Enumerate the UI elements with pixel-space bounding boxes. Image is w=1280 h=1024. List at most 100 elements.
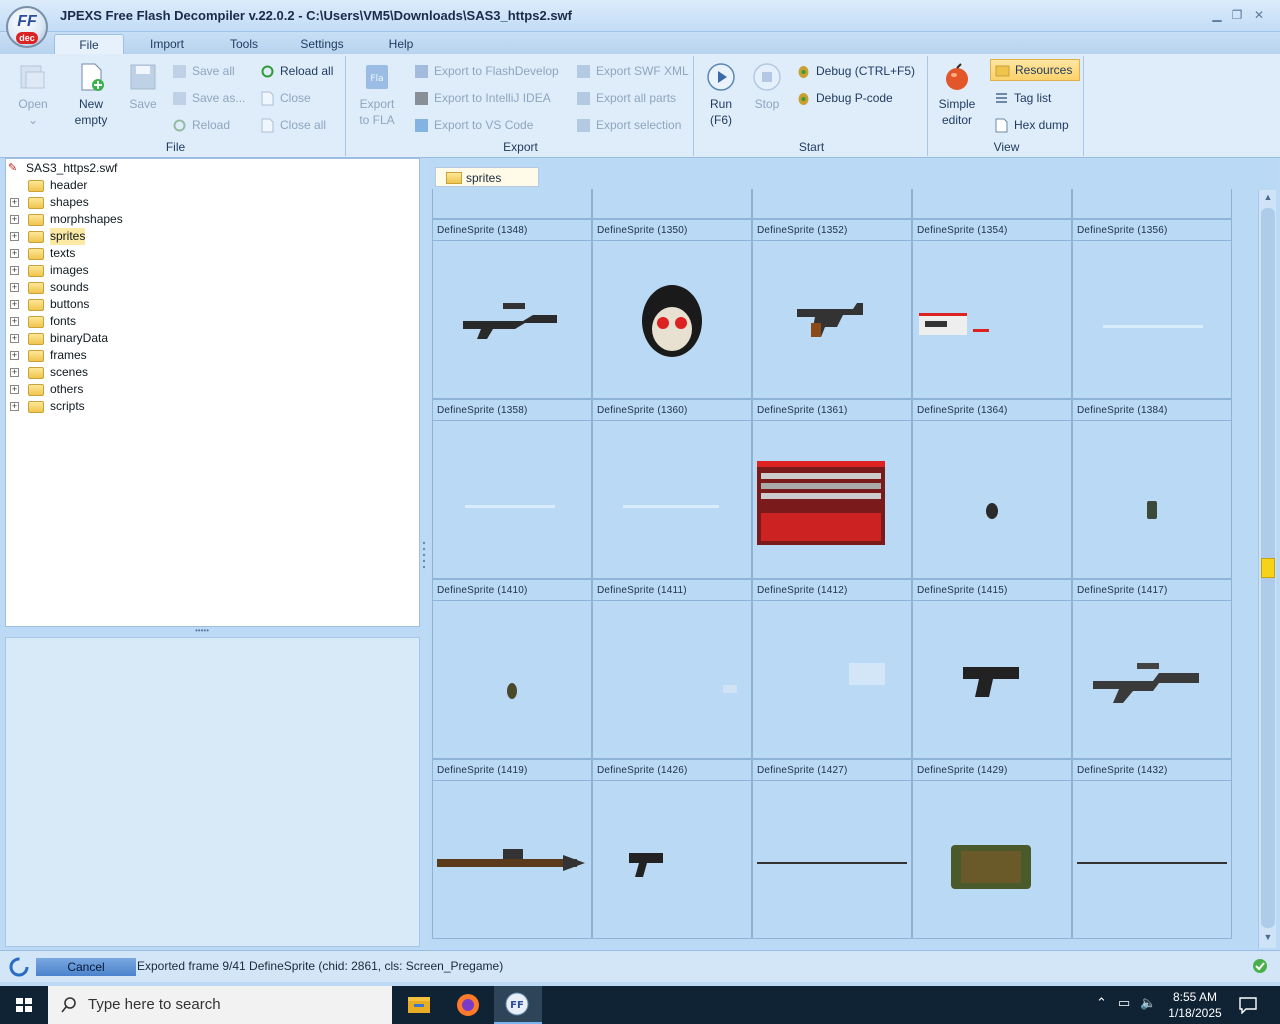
export-all-parts-button[interactable]: Export all parts xyxy=(576,89,676,107)
expand-icon[interactable]: + xyxy=(10,351,19,360)
minimize-icon[interactable]: ▁ xyxy=(1210,8,1224,22)
save-as-button[interactable]: Save as... xyxy=(172,89,245,107)
hex-dump-button[interactable]: Hex dump xyxy=(994,116,1069,134)
splitter-h-grip[interactable]: ••••• xyxy=(195,627,229,635)
resources-button[interactable]: Resources xyxy=(990,59,1080,81)
tree-item-binarydata[interactable]: + binaryData xyxy=(10,330,310,347)
tree-item-header[interactable]: header xyxy=(10,177,310,194)
sprite-cell-partial[interactable] xyxy=(752,189,912,219)
taskbar-search[interactable]: Type here to search xyxy=(48,986,392,1024)
debug-button[interactable]: Debug (CTRL+F5) xyxy=(796,62,915,80)
sprite-cell[interactable]: DefineSprite (1411) xyxy=(592,579,752,759)
stop-button[interactable]: Stop xyxy=(744,62,790,112)
tray-chevron-icon[interactable]: ⌃ xyxy=(1096,995,1107,1011)
tree-item-sprites[interactable]: + sprites xyxy=(10,228,310,245)
sprite-cell[interactable]: DefineSprite (1429) xyxy=(912,759,1072,939)
scroll-down-icon[interactable]: ▼ xyxy=(1262,932,1274,944)
tree-item-frames[interactable]: + frames xyxy=(10,347,310,364)
sprite-cell-partial[interactable] xyxy=(1072,189,1232,219)
sprite-cell[interactable]: DefineSprite (1419) xyxy=(432,759,592,939)
tree-item-buttons[interactable]: + buttons xyxy=(10,296,310,313)
export-swf-xml-button[interactable]: Export SWF XML xyxy=(576,62,689,80)
export-intellij-button[interactable]: Export to IntelliJ IDEA xyxy=(414,89,551,107)
tab-help[interactable]: Help xyxy=(376,34,426,54)
cancel-button[interactable]: Cancel xyxy=(36,958,136,976)
sprite-cell[interactable]: DefineSprite (1358) xyxy=(432,399,592,579)
sprite-cell[interactable]: DefineSprite (1360) xyxy=(592,399,752,579)
export-selection-button[interactable]: Export selection xyxy=(576,116,681,134)
open-button[interactable]: Open ⌄ xyxy=(10,62,56,128)
app-logo[interactable]: FF dec xyxy=(6,6,48,48)
expand-icon[interactable]: + xyxy=(10,266,19,275)
tab-settings[interactable]: Settings xyxy=(290,34,354,54)
new-empty-button[interactable]: New empty xyxy=(68,62,114,128)
sprite-cell[interactable]: DefineSprite (1348) xyxy=(432,219,592,399)
scroll-up-icon[interactable]: ▲ xyxy=(1262,192,1274,204)
clock[interactable]: 8:55 AM 1/18/2025 xyxy=(1160,989,1230,1021)
notifications-icon[interactable] xyxy=(1238,996,1258,1014)
sprites-tab[interactable]: sprites xyxy=(435,167,539,187)
tree-item-scripts[interactable]: + scripts xyxy=(10,398,310,415)
export-flashdevelop-button[interactable]: Export to FlashDevelop xyxy=(414,62,559,80)
resource-tree[interactable]: ✎ SAS3_https2.swf header + shapes + morphsha… xyxy=(5,158,420,627)
simple-editor-button[interactable]: Simple editor xyxy=(934,62,980,128)
sprite-cell[interactable]: DefineSprite (1427) xyxy=(752,759,912,939)
sprite-cell-partial[interactable] xyxy=(912,189,1072,219)
tab-file[interactable]: File xyxy=(54,34,124,54)
expand-icon[interactable]: + xyxy=(10,368,19,377)
sprite-cell-partial[interactable] xyxy=(432,189,592,219)
start-button[interactable] xyxy=(0,986,48,1024)
volume-icon[interactable]: 🔈 xyxy=(1140,995,1156,1011)
tag-list-button[interactable]: Tag list xyxy=(994,89,1051,107)
vertical-scrollbar[interactable]: ▲ ▼ xyxy=(1258,190,1276,948)
tree-item-scenes[interactable]: + scenes xyxy=(10,364,310,381)
expand-icon[interactable]: + xyxy=(10,198,19,207)
sprite-cell[interactable]: DefineSprite (1412) xyxy=(752,579,912,759)
sprite-cell[interactable]: DefineSprite (1432) xyxy=(1072,759,1232,939)
tab-tools[interactable]: Tools xyxy=(214,34,274,54)
close-all-button[interactable]: Close all xyxy=(260,116,326,134)
sprite-cell[interactable]: DefineSprite (1410) xyxy=(432,579,592,759)
sprite-cell[interactable]: DefineSprite (1384) xyxy=(1072,399,1232,579)
ffdec-button[interactable]: FF xyxy=(494,986,542,1024)
sprite-cell-partial[interactable] xyxy=(592,189,752,219)
sprite-cell[interactable]: DefineSprite (1417) xyxy=(1072,579,1232,759)
expand-icon[interactable]: + xyxy=(10,232,19,241)
expand-icon[interactable]: + xyxy=(10,249,19,258)
expand-icon[interactable]: + xyxy=(10,283,19,292)
tab-import[interactable]: Import xyxy=(136,34,198,54)
reload-button[interactable]: Reload xyxy=(172,116,230,134)
expand-icon[interactable]: + xyxy=(10,402,19,411)
sprite-cell[interactable]: DefineSprite (1356) xyxy=(1072,219,1232,399)
save-button[interactable]: Save xyxy=(120,62,166,112)
tree-item-fonts[interactable]: + fonts xyxy=(10,313,310,330)
expand-icon[interactable]: + xyxy=(10,300,19,309)
scroll-thumb[interactable] xyxy=(1261,558,1275,578)
export-vscode-button[interactable]: Export to VS Code xyxy=(414,116,533,134)
debug-pcode-button[interactable]: Debug P-code xyxy=(796,89,893,107)
firefox-button[interactable] xyxy=(444,986,492,1024)
sprite-cell[interactable]: DefineSprite (1426) xyxy=(592,759,752,939)
tree-item-texts[interactable]: + texts xyxy=(10,245,310,262)
close-icon[interactable]: ✕ xyxy=(1252,8,1266,22)
close-button[interactable]: Close xyxy=(260,89,311,107)
export-fla-button[interactable]: Fla Export to FLA xyxy=(354,62,400,128)
tree-item-shapes[interactable]: + shapes xyxy=(10,194,310,211)
network-icon[interactable]: ▭ xyxy=(1118,995,1130,1011)
file-explorer-button[interactable] xyxy=(396,986,444,1024)
splitter-v-grip[interactable] xyxy=(422,540,426,570)
tree-item-sounds[interactable]: + sounds xyxy=(10,279,310,296)
expand-icon[interactable]: + xyxy=(10,385,19,394)
sprite-cell[interactable]: DefineSprite (1350) xyxy=(592,219,752,399)
reload-all-button[interactable]: Reload all xyxy=(260,62,333,80)
tree-item-images[interactable]: + images xyxy=(10,262,310,279)
tree-item-morphshapes[interactable]: + morphshapes xyxy=(10,211,310,228)
sprite-cell[interactable]: DefineSprite (1354) xyxy=(912,219,1072,399)
save-all-button[interactable]: Save all xyxy=(172,62,235,80)
sprite-cell[interactable]: DefineSprite (1415) xyxy=(912,579,1072,759)
tree-item-others[interactable]: + others xyxy=(10,381,310,398)
sprite-cell[interactable]: DefineSprite (1361) xyxy=(752,399,912,579)
expand-icon[interactable]: + xyxy=(10,215,19,224)
run-button[interactable]: Run (F6) xyxy=(698,62,744,128)
sprite-cell[interactable]: DefineSprite (1352) xyxy=(752,219,912,399)
